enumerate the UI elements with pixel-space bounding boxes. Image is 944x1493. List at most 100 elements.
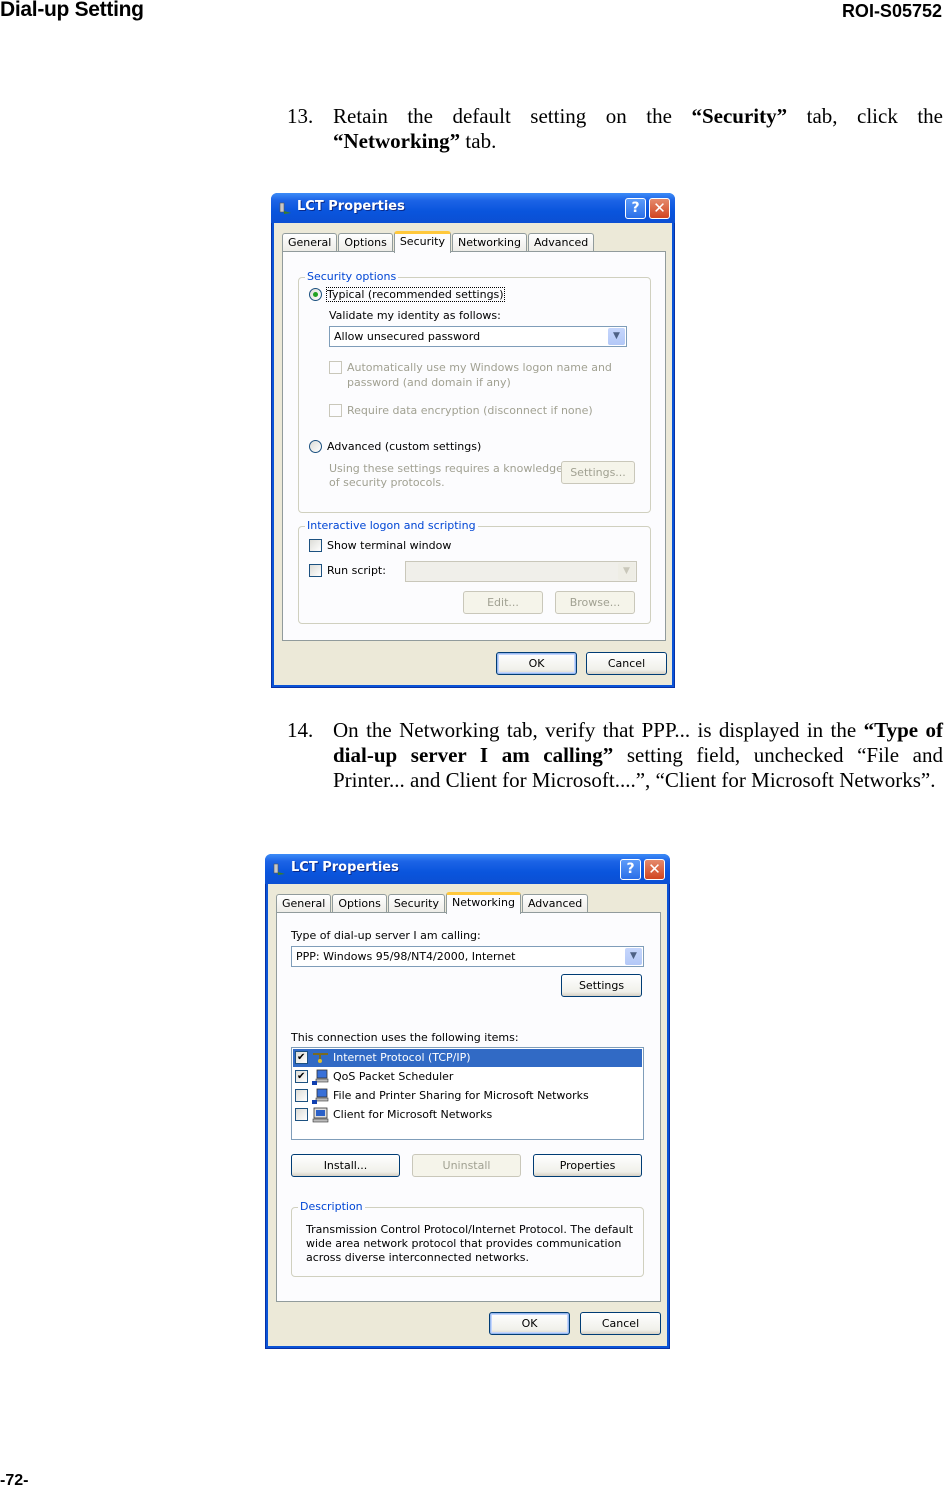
tab-networking[interactable]: Networking (451, 233, 527, 252)
network-client-icon (312, 1107, 329, 1123)
help-button[interactable]: ? (620, 859, 641, 880)
tab-networking[interactable]: Networking (445, 892, 521, 914)
description-line: across diverse interconnected networks. (306, 1251, 529, 1264)
item-label: Internet Protocol (TCP/IP) (333, 1051, 471, 1064)
cancel-button[interactable]: Cancel (586, 652, 667, 675)
item-checkbox[interactable] (295, 1108, 308, 1121)
description-group: Description Transmission Control Protoco… (291, 1200, 644, 1277)
tab-advanced[interactable]: Advanced (521, 894, 589, 913)
window-title: LCT Properties (291, 860, 399, 875)
select-value: Allow unsecured password (334, 330, 481, 343)
tab-general[interactable]: General (282, 233, 338, 252)
item-label: Client for Microsoft Networks (333, 1108, 493, 1121)
server-type-select[interactable]: PPP: Windows 95/98/NT4/2000, Internet ▼ (291, 946, 644, 967)
network-service-icon (312, 1088, 329, 1104)
tab-options[interactable]: Options (332, 894, 387, 913)
auto-logon-label-line1: Automatically use my Windows logon name … (347, 361, 612, 374)
step-13: 13. Retain the default setting on the “S… (287, 104, 943, 154)
network-service-icon (312, 1069, 329, 1085)
step-text: Retain the default setting on the “Secur… (333, 104, 943, 153)
lct-properties-security-dialog: LCT Properties ? ✕ General Options Secur… (271, 193, 675, 688)
tab-advanced[interactable]: Advanced (527, 233, 595, 252)
edit-button[interactable]: Edit... (463, 591, 543, 614)
server-type-label: Type of dial-up server I am calling: (291, 929, 481, 942)
tab-security[interactable]: Security (393, 231, 451, 253)
require-encryption-checkbox[interactable] (329, 404, 342, 417)
run-script-checkbox[interactable] (309, 564, 322, 577)
step-14: 14. On the Networking tab, verify that P… (287, 718, 943, 793)
browse-button[interactable]: Browse... (555, 591, 635, 614)
validate-identity-select[interactable]: Allow unsecured password ▼ (329, 326, 627, 347)
item-label: File and Printer Sharing for Microsoft N… (333, 1089, 589, 1102)
group-legend: Description (298, 1200, 365, 1213)
auto-logon-label-line2: password (and domain if any) (347, 376, 511, 389)
select-value: PPP: Windows 95/98/NT4/2000, Internet (296, 950, 516, 963)
chevron-down-icon[interactable]: ▼ (608, 328, 625, 345)
items-label: This connection uses the following items… (291, 1031, 519, 1044)
dialog-client: General Options Security Networking Adva… (268, 884, 667, 1346)
ok-button[interactable]: OK (489, 1312, 570, 1335)
security-settings-button[interactable]: Settings... (561, 461, 635, 484)
server-settings-button[interactable]: Settings (561, 974, 642, 997)
lct-properties-networking-dialog: LCT Properties ? ✕ General Options Secur… (265, 854, 670, 1349)
uninstall-button[interactable]: Uninstall (412, 1154, 521, 1177)
description-line: wide area network protocol that provides… (306, 1237, 622, 1250)
chevron-down-icon[interactable]: ▼ (618, 563, 635, 580)
title-bar[interactable]: LCT Properties ? ✕ (271, 193, 675, 223)
item-checkbox[interactable] (295, 1089, 308, 1102)
security-options-group: Security options Typical (recommended se… (298, 270, 651, 513)
tab-strip: General Options Security Networking Adva… (276, 891, 589, 914)
step-number: 13. (287, 104, 314, 128)
list-item[interactable]: File and Printer Sharing for Microsoft N… (293, 1087, 642, 1105)
tab-security[interactable]: Security (387, 894, 445, 913)
script-select[interactable]: ▼ (405, 561, 637, 582)
advanced-radio[interactable] (309, 440, 322, 453)
close-button[interactable]: ✕ (644, 859, 665, 880)
cancel-button[interactable]: Cancel (580, 1312, 661, 1335)
section-title: Dial-up Setting (0, 0, 144, 21)
ok-button[interactable]: OK (496, 652, 577, 675)
security-tab-panel: Security options Typical (recommended se… (282, 251, 666, 641)
network-connection-icon (279, 202, 291, 214)
item-checkbox[interactable] (295, 1070, 308, 1083)
item-label: QoS Packet Scheduler (333, 1070, 454, 1083)
page-number: -72- (0, 1472, 29, 1489)
validate-label: Validate my identity as follows: (329, 309, 501, 322)
step-number: 14. (287, 718, 314, 742)
advanced-note-line2: of security protocols. (329, 476, 445, 489)
step-text: On the Networking tab, verify that PPP..… (333, 718, 943, 792)
components-list[interactable]: Internet Protocol (TCP/IP) QoS Packet Sc… (291, 1047, 644, 1140)
list-item[interactable]: Internet Protocol (TCP/IP) (293, 1049, 642, 1067)
item-checkbox[interactable] (295, 1051, 308, 1064)
title-bar[interactable]: LCT Properties ? ✕ (265, 854, 670, 884)
tab-general[interactable]: General (276, 894, 332, 913)
properties-button[interactable]: Properties (533, 1154, 642, 1177)
document-id: ROI-S05752 (841, 1, 942, 21)
auto-logon-checkbox[interactable] (329, 361, 342, 374)
networking-tab-panel: Type of dial-up server I am calling: PPP… (276, 912, 661, 1302)
group-legend: Security options (305, 270, 399, 283)
close-button[interactable]: ✕ (649, 198, 670, 219)
network-connection-icon (273, 863, 285, 875)
typical-radio[interactable] (309, 288, 322, 301)
dialog-client: General Options Security Networking Adva… (274, 223, 672, 685)
description-line: Transmission Control Protocol/Internet P… (306, 1223, 634, 1236)
install-button[interactable]: Install... (291, 1154, 400, 1177)
show-terminal-label[interactable]: Show terminal window (327, 539, 451, 552)
list-item[interactable]: Client for Microsoft Networks (293, 1106, 642, 1124)
tab-strip: General Options Security Networking Adva… (282, 230, 595, 253)
show-terminal-checkbox[interactable] (309, 539, 322, 552)
interactive-logon-group: Interactive logon and scripting Show ter… (298, 519, 651, 624)
require-encryption-label: Require data encryption (disconnect if n… (347, 404, 593, 417)
typical-radio-label[interactable]: Typical (recommended settings) (326, 287, 505, 302)
group-legend: Interactive logon and scripting (305, 519, 478, 532)
tab-options[interactable]: Options (338, 233, 393, 252)
chevron-down-icon[interactable]: ▼ (625, 948, 642, 965)
help-button[interactable]: ? (625, 198, 646, 219)
network-protocol-icon (313, 1053, 328, 1063)
list-item[interactable]: QoS Packet Scheduler (293, 1068, 642, 1086)
window-title: LCT Properties (297, 199, 405, 214)
advanced-note-line1: Using these settings requires a knowledg… (329, 462, 563, 475)
run-script-label[interactable]: Run script: (327, 564, 386, 577)
advanced-radio-label[interactable]: Advanced (custom settings) (327, 440, 481, 453)
